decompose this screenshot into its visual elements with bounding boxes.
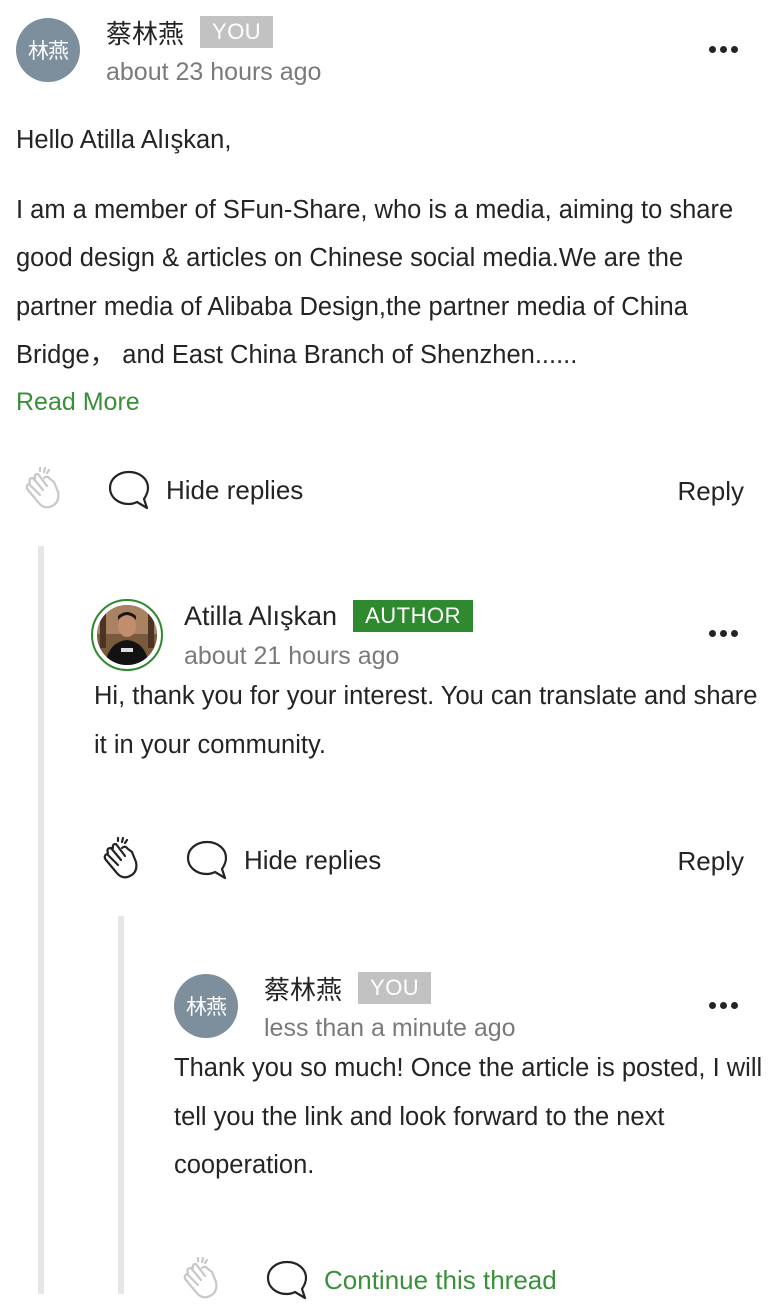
- reply-button[interactable]: Reply: [678, 476, 744, 507]
- greeting-text: Hello Atilla Alışkan,: [16, 126, 232, 154]
- response-bubble-icon[interactable]: [184, 837, 230, 883]
- author-line: Atilla Alışkan AUTHOR: [184, 598, 473, 634]
- continue-thread-link[interactable]: Continue this thread: [324, 1265, 557, 1296]
- avatar[interactable]: 林燕: [16, 18, 80, 82]
- more-options-icon[interactable]: [709, 1002, 738, 1009]
- you-badge: YOU: [200, 16, 274, 48]
- more-options-icon[interactable]: [709, 46, 738, 53]
- avatar[interactable]: 林燕: [174, 974, 238, 1038]
- author-name[interactable]: Atilla Alışkan: [184, 601, 337, 632]
- author-line: 蔡林燕 YOU: [264, 970, 432, 1007]
- comment-header: 林燕 蔡林燕 YOU about 23 hours ago: [16, 14, 760, 86]
- comment-2: Atilla Alışkan AUTHOR about 21 hours ago…: [91, 598, 760, 769]
- timestamp: about 21 hours ago: [184, 642, 400, 670]
- hide-replies-button[interactable]: Hide replies: [166, 475, 303, 506]
- comment-text: Thank you so much! Once the article is p…: [174, 1054, 763, 1179]
- response-bubble-icon[interactable]: [106, 467, 152, 513]
- comment-header: Atilla Alışkan AUTHOR about 21 hours ago: [91, 598, 760, 671]
- comment-text: I am a member of SFun-Share, who is a me…: [16, 195, 734, 370]
- comment-body: Hi, thank you for your interest. You can…: [94, 672, 760, 769]
- more-options-icon[interactable]: [709, 630, 738, 637]
- comment-3: 林燕 蔡林燕 YOU less than a minute ago Thank …: [174, 970, 764, 1190]
- author-badge: AUTHOR: [353, 600, 473, 632]
- comment-header: 林燕 蔡林燕 YOU less than a minute ago: [174, 970, 764, 1042]
- reply-thread-rail: [38, 546, 44, 1294]
- author-line: 蔡林燕 YOU: [106, 14, 274, 51]
- comment-text: Hi, thank you for your interest. You can…: [94, 682, 758, 759]
- timestamp: about 23 hours ago: [106, 58, 322, 86]
- nested-reply-thread-rail: [118, 916, 124, 1294]
- clap-icon[interactable]: [16, 466, 66, 514]
- read-more-link[interactable]: Read More: [16, 384, 760, 420]
- response-bubble-icon[interactable]: [264, 1257, 310, 1303]
- comment-thread: 林燕 蔡林燕 YOU about 23 hours ago Hello Atil…: [0, 0, 776, 1300]
- author-name[interactable]: 蔡林燕: [264, 970, 342, 1007]
- comment-body: Thank you so much! Once the article is p…: [174, 1044, 764, 1190]
- author-avatar[interactable]: [90, 598, 164, 672]
- clap-icon[interactable]: [94, 836, 144, 884]
- clap-icon[interactable]: [174, 1256, 224, 1304]
- timestamp: less than a minute ago: [264, 1014, 516, 1042]
- hide-replies-button[interactable]: Hide replies: [244, 845, 381, 876]
- comment-1-actions: Hide replies: [16, 466, 303, 514]
- reply-button[interactable]: Reply: [678, 846, 744, 877]
- comment-body: Hello Atilla Alışkan, I am a member of S…: [16, 116, 760, 380]
- author-name[interactable]: 蔡林燕: [106, 14, 184, 51]
- comment-3-actions: Continue this thread: [174, 1256, 557, 1304]
- comment-1: 林燕 蔡林燕 YOU about 23 hours ago Hello Atil…: [16, 14, 760, 420]
- you-badge: YOU: [358, 972, 432, 1004]
- comment-2-actions: Hide replies: [94, 836, 381, 884]
